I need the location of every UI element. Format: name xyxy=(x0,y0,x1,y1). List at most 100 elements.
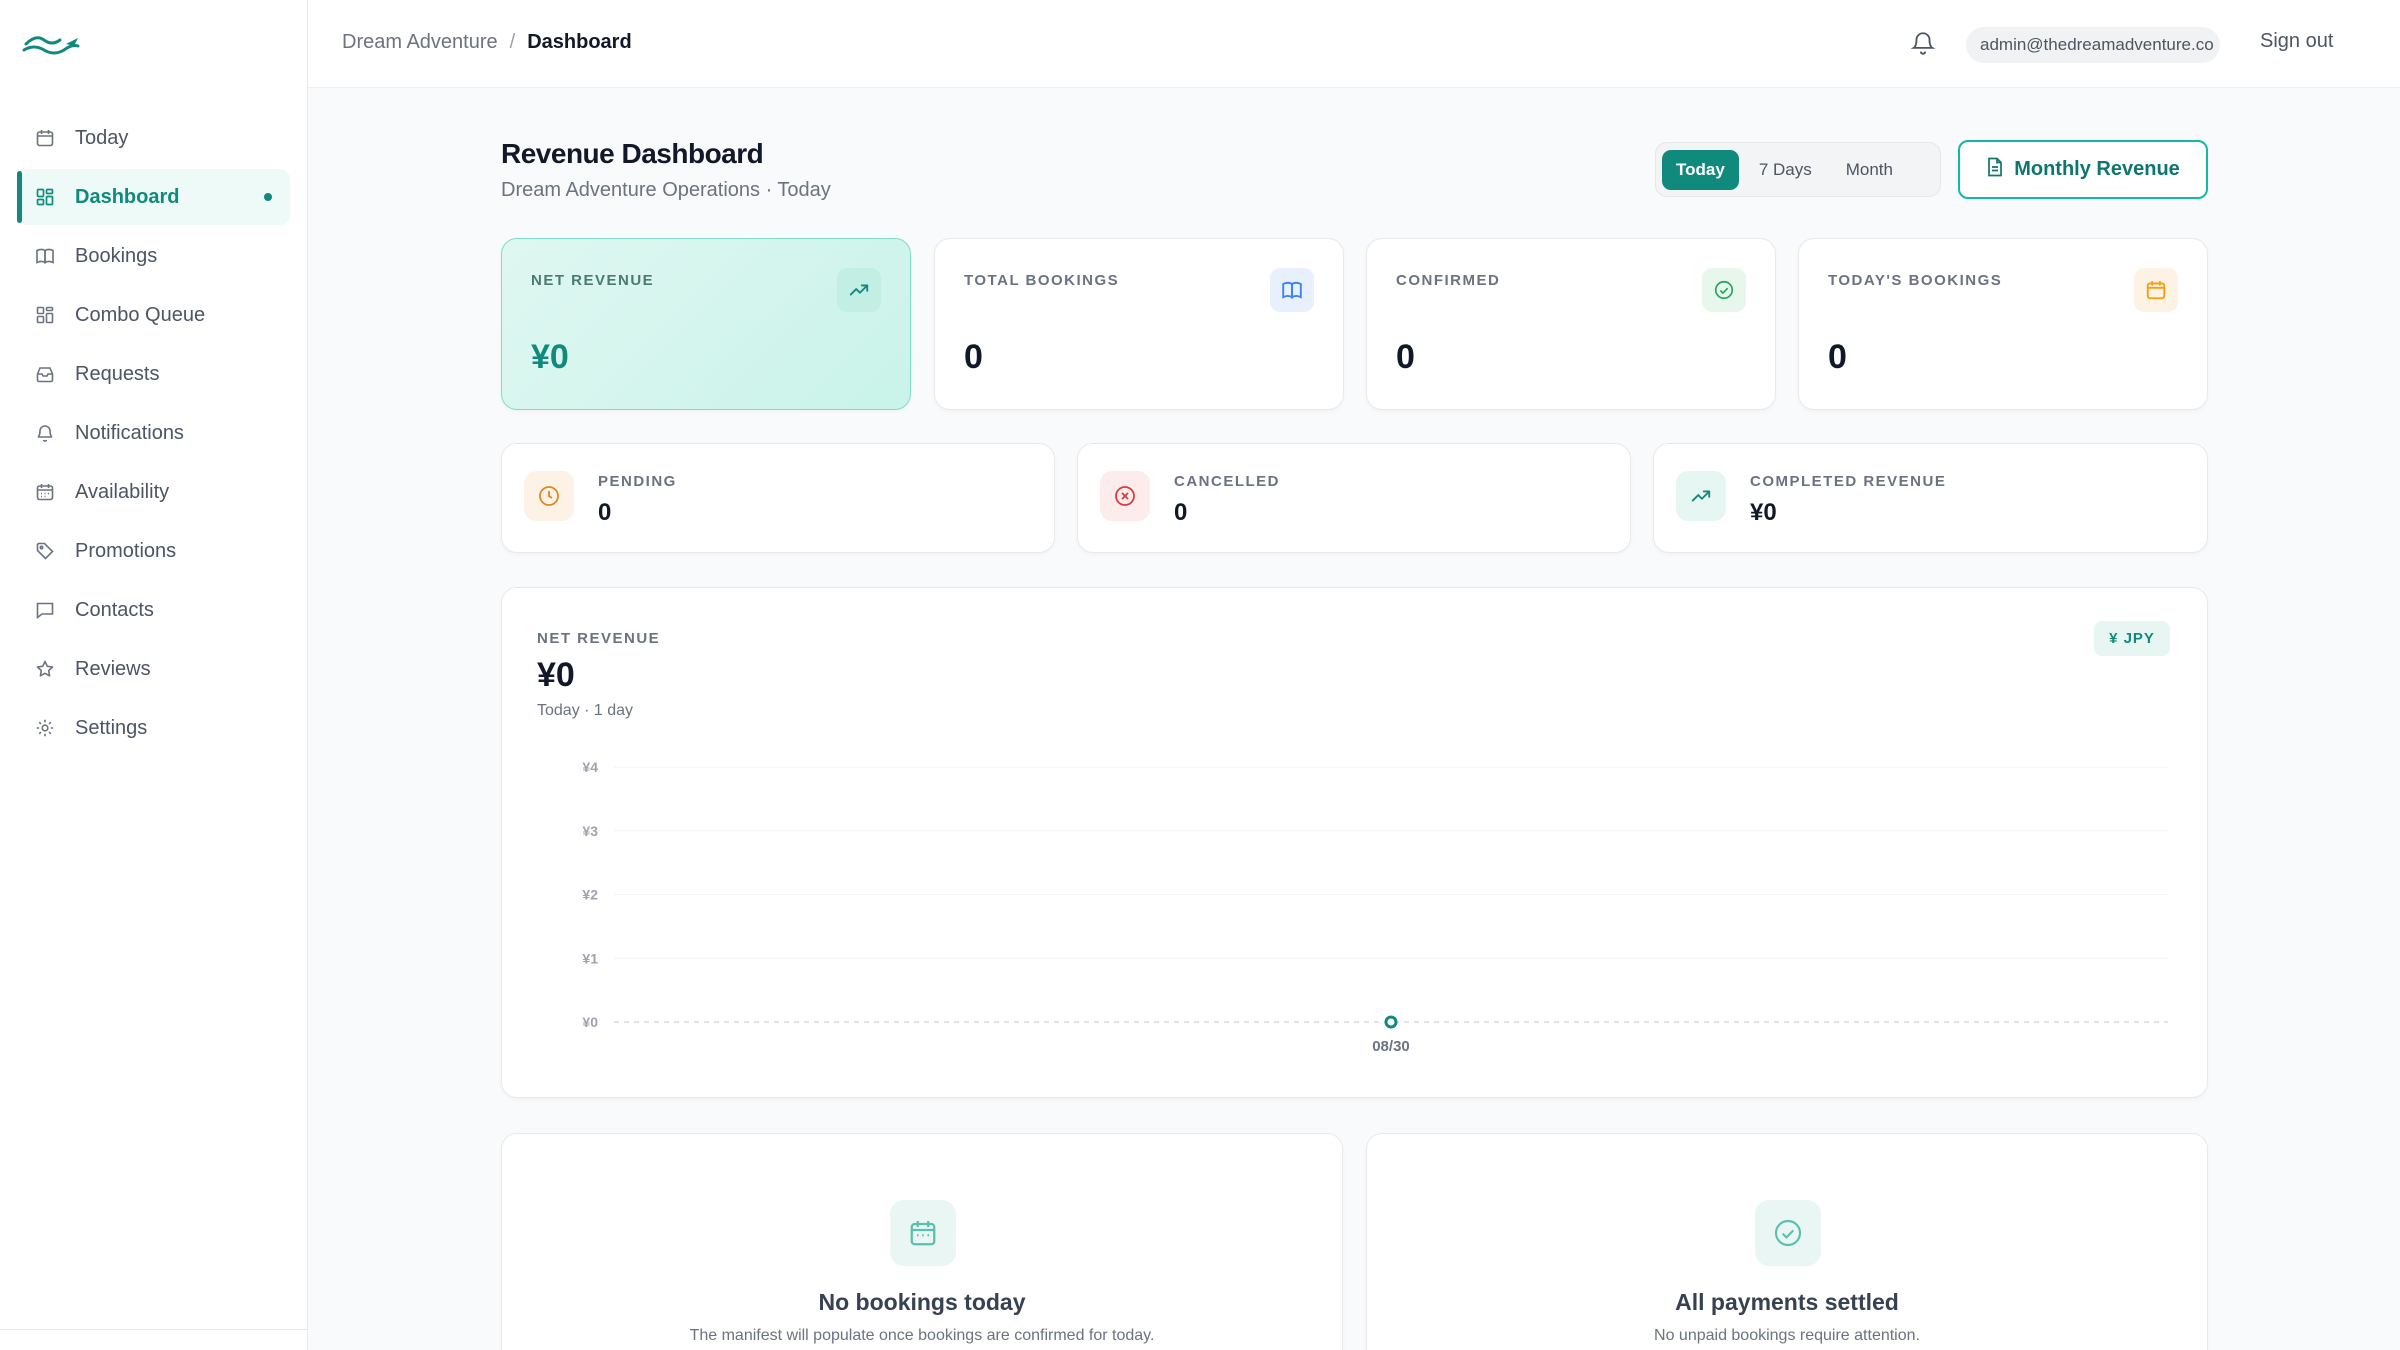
pending-card: PENDING 0 xyxy=(501,443,1055,553)
empty-state-text: No unpaid bookings require attention. xyxy=(1654,1327,1920,1344)
sidebar-item-notifications[interactable]: Notifications xyxy=(18,405,290,461)
breadcrumb-root[interactable]: Dream Adventure xyxy=(342,31,498,54)
empty-state-text: The manifest will populate once bookings… xyxy=(689,1327,1155,1344)
book-icon xyxy=(34,245,56,267)
confirmed-card: CONFIRMED 0 xyxy=(1366,238,1776,410)
range-month-button[interactable]: Month xyxy=(1832,150,1907,190)
range-7-days-button[interactable]: 7 Days xyxy=(1745,150,1826,190)
stat-value: 0 xyxy=(1828,338,1847,376)
bell-icon[interactable] xyxy=(1908,28,1938,58)
stat-label: TOTAL BOOKINGS xyxy=(964,272,1120,289)
revenue-line-chart: ¥0 ¥1 ¥2 ¥3 ¥4 08/30 xyxy=(582,759,2168,1055)
sidebar-item-label: Reviews xyxy=(75,657,151,680)
sidebar-item-settings[interactable]: Settings xyxy=(18,700,290,756)
sign-out-link[interactable]: Sign out xyxy=(2260,30,2333,53)
x-circle-icon xyxy=(1100,471,1150,521)
monthly-revenue-button[interactable]: Monthly Revenue xyxy=(1958,140,2208,199)
tag-icon xyxy=(34,540,56,562)
sidebar-item-label: Today xyxy=(75,126,129,149)
payments-panel: All payments settled No unpaid bookings … xyxy=(1366,1133,2208,1350)
sidebar-item-contacts[interactable]: Contacts xyxy=(18,582,290,638)
stat-value: 0 xyxy=(1174,499,1188,526)
calendar-icon xyxy=(34,481,56,503)
y-tick-label: ¥2 xyxy=(582,887,598,903)
cancelled-card: CANCELLED 0 xyxy=(1077,443,1631,553)
sidebar-item-label: Promotions xyxy=(75,539,177,562)
sidebar-item-availability[interactable]: Availability xyxy=(18,464,290,520)
sidebar-item-label: Requests xyxy=(75,362,160,385)
sidebar-item-label: Availability xyxy=(75,480,170,503)
message-icon xyxy=(34,599,56,621)
stat-label: PENDING xyxy=(598,473,677,490)
sidebar-item-combo-queue[interactable]: Combo Queue xyxy=(18,287,290,343)
active-indicator-dot xyxy=(264,193,272,201)
range-selector: Today 7 Days Month xyxy=(1655,142,1941,197)
topbar: Dream Adventure / Dashboard admin@thedre… xyxy=(308,0,2400,88)
monthly-revenue-label: Monthly Revenue xyxy=(2014,158,2180,180)
x-tick-label: 08/30 xyxy=(1372,1038,1410,1055)
sidebar-nav: Today Dashboard Bookings Combo Queue Req… xyxy=(0,110,308,759)
calendar-icon xyxy=(890,1200,956,1266)
trending-up-icon xyxy=(837,268,881,312)
completed-revenue-card: COMPLETED REVENUE ¥0 xyxy=(1653,443,2208,553)
y-tick-label: ¥3 xyxy=(582,823,598,839)
sidebar-item-today[interactable]: Today xyxy=(18,110,290,166)
bookings-today-panel: No bookings today The manifest will popu… xyxy=(501,1133,1343,1350)
sidebar: Today Dashboard Bookings Combo Queue Req… xyxy=(0,0,308,1350)
calendar-icon xyxy=(2134,268,2178,312)
stat-value: 0 xyxy=(964,338,983,376)
sidebar-item-promotions[interactable]: Promotions xyxy=(18,523,290,579)
star-icon xyxy=(34,658,56,680)
range-today-button[interactable]: Today xyxy=(1662,149,1739,190)
grid-icon xyxy=(34,186,56,208)
sidebar-item-label: Bookings xyxy=(75,244,158,267)
sidebar-item-label: Notifications xyxy=(75,421,184,444)
calendar-icon xyxy=(34,127,56,149)
sidebar-divider xyxy=(0,1329,308,1330)
revenue-chart-card: NET REVENUE ¥0 Today · 1 day ¥ JPY ¥0 ¥1 ¥… xyxy=(501,587,2208,1098)
stat-label: COMPLETED REVENUE xyxy=(1750,473,1947,490)
check-circle-icon xyxy=(1755,1200,1821,1266)
y-tick-label: ¥4 xyxy=(582,759,598,775)
sidebar-item-label: Combo Queue xyxy=(75,303,206,326)
user-email[interactable]: admin@thedreamadventure.co xyxy=(1966,27,2220,63)
brand-logo[interactable] xyxy=(22,26,82,62)
stat-label: NET REVENUE xyxy=(531,272,655,289)
sidebar-item-label: Settings xyxy=(75,716,148,739)
stat-value: 0 xyxy=(598,499,612,526)
stat-value: ¥0 xyxy=(531,338,569,376)
empty-state-title: All payments settled xyxy=(1675,1289,1899,1315)
page-title: Revenue Dashboard xyxy=(501,138,764,169)
stat-value: 0 xyxy=(1396,338,1415,376)
todays-bookings-card: TODAY'S BOOKINGS 0 xyxy=(1798,238,2208,410)
sidebar-item-label: Contacts xyxy=(75,598,154,621)
breadcrumb-separator: / xyxy=(509,31,516,53)
total-bookings-card: TOTAL BOOKINGS 0 xyxy=(934,238,1344,410)
trending-up-icon xyxy=(1676,471,1726,521)
inbox-icon xyxy=(34,363,56,385)
y-tick-label: ¥0 xyxy=(582,1014,598,1030)
stat-label: CANCELLED xyxy=(1174,473,1280,490)
sidebar-item-dashboard[interactable]: Dashboard xyxy=(17,169,290,225)
sidebar-item-bookings[interactable]: Bookings xyxy=(18,228,290,284)
clock-icon xyxy=(524,471,574,521)
sidebar-item-label: Dashboard xyxy=(75,185,180,208)
gear-icon xyxy=(34,717,56,739)
y-tick-label: ¥1 xyxy=(582,950,598,966)
breadcrumb: Dream Adventure / Dashboard xyxy=(342,31,632,54)
layers-icon xyxy=(34,304,56,326)
bell-icon xyxy=(34,422,56,444)
document-icon xyxy=(1986,157,2004,183)
stat-value: ¥0 xyxy=(1750,499,1777,526)
page-subtitle: Dream Adventure Operations · Today xyxy=(501,179,831,201)
stat-label: CONFIRMED xyxy=(1396,272,1501,289)
sidebar-item-requests[interactable]: Requests xyxy=(18,346,290,402)
sidebar-item-reviews[interactable]: Reviews xyxy=(18,641,290,697)
check-circle-icon xyxy=(1702,268,1746,312)
net-revenue-card: NET REVENUE ¥0 xyxy=(501,238,911,410)
breadcrumb-current: Dashboard xyxy=(527,31,632,53)
book-icon xyxy=(1270,268,1314,312)
data-point xyxy=(1384,1015,1398,1029)
stat-label: TODAY'S BOOKINGS xyxy=(1828,272,2003,289)
empty-state-title: No bookings today xyxy=(818,1289,1026,1315)
